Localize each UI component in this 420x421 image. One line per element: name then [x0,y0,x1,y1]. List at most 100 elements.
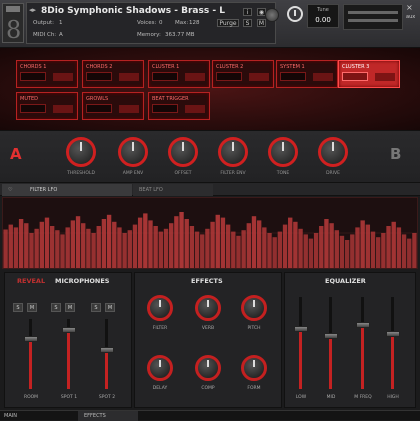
lfo-step-bar[interactable] [65,227,70,268]
articulation-button[interactable]: SYSTEM 1 [276,60,338,88]
articulation-switch[interactable] [185,105,205,113]
midi-value[interactable]: A [59,32,63,38]
articulation-key-field[interactable] [20,104,46,113]
lfo-step-bar[interactable] [200,234,205,268]
lfo-step-bar[interactable] [179,212,184,268]
eq-fader-handle[interactable] [386,331,400,337]
lfo-step-bar[interactable] [60,234,65,268]
lfo-step-editor[interactable] [2,197,418,269]
lfo-step-bar[interactable] [112,221,117,268]
lfo-step-bar[interactable] [143,213,148,268]
lfo-step-bar[interactable] [272,237,277,268]
lfo-step-bar[interactable] [174,216,179,268]
lfo-step-bar[interactable] [313,233,319,268]
nav-arrows-icon[interactable]: ◂▸ [29,6,36,14]
lfo-step-bar[interactable] [44,217,50,268]
knob[interactable] [168,137,198,167]
lfo-step-bar[interactable] [386,226,391,268]
articulation-button[interactable]: BEAT TRIGGER [148,92,210,120]
lfo-step-bar[interactable] [106,214,112,268]
lfo-step-bar[interactable] [96,226,101,268]
lfo-step-bar[interactable] [55,230,60,268]
articulation-key-field[interactable] [216,72,242,81]
lfo-step-bar[interactable] [262,227,267,268]
articulation-button[interactable]: GROWLS [82,92,144,120]
lfo-step-bar[interactable] [137,217,143,268]
lfo-step-bar[interactable] [344,240,350,268]
lfo-step-bar[interactable] [122,233,127,268]
mute-button[interactable]: M [257,19,266,27]
lfo-step-bar[interactable] [412,233,417,268]
effect-knob[interactable] [195,295,221,321]
lfo-step-bar[interactable] [127,230,132,268]
mic-mode-toggle[interactable]: S [51,303,61,312]
lfo-step-bar[interactable] [319,226,324,268]
mic-fader-handle[interactable] [100,347,114,353]
lfo-step-bar[interactable] [246,223,252,268]
articulation-button[interactable]: MUTED [16,92,78,120]
stopwatch-icon[interactable] [287,6,303,22]
lfo-step-bar[interactable] [267,233,272,268]
lfo-step-bar[interactable] [189,226,195,268]
lfo-step-bar[interactable] [225,224,231,268]
knob[interactable] [318,137,348,167]
lfo-step-bar[interactable] [236,235,241,268]
knob[interactable] [218,137,248,167]
lfo-step-bar[interactable] [91,233,96,268]
lfo-step-bar[interactable] [153,226,158,268]
output-value[interactable]: 1 [59,20,63,26]
lfo-step-bar[interactable] [29,233,34,268]
lfo-step-bar[interactable] [210,221,215,268]
articulation-key-field[interactable] [152,72,178,81]
articulation-switch[interactable] [375,73,395,81]
lfo-step-bar[interactable] [18,219,24,268]
lfo-step-bar[interactable] [215,214,220,268]
lfo-step-bar[interactable] [339,235,345,268]
lfo-step-bar[interactable] [396,227,402,268]
lfo-step-bar[interactable] [360,220,365,268]
lfo-step-bar[interactable] [293,221,298,268]
lfo-step-bar[interactable] [407,238,412,268]
max-value[interactable]: 128 [189,20,200,26]
lfo-step-bar[interactable] [205,228,210,268]
lfo-step-bar[interactable] [381,233,386,268]
tab-filter-lfo[interactable]: ♡ FILTER LFO [2,184,132,196]
aux-button[interactable]: aux [406,14,415,20]
lfo-step-bar[interactable] [163,228,169,268]
lfo-step-bar[interactable] [75,216,81,268]
lfo-step-bar[interactable] [86,228,91,268]
lfo-step-bar[interactable] [101,219,107,268]
lfo-step-bar[interactable] [49,226,55,268]
purge-button[interactable]: Purge [217,19,239,27]
info-icon[interactable]: i [243,8,252,16]
lfo-step-bar[interactable] [391,221,396,268]
slot-a-button[interactable]: A [10,145,22,163]
articulation-switch[interactable] [313,73,333,81]
lfo-step-bar[interactable] [355,227,360,268]
tune-display[interactable]: Tune 0.00 [307,4,339,28]
mic-mode-toggle[interactable]: M [65,303,75,312]
lfo-step-bar[interactable] [251,216,257,268]
close-icon[interactable]: × [406,3,413,12]
lfo-step-bar[interactable] [117,227,122,268]
solo-button[interactable]: S [243,19,252,27]
lfo-step-bar[interactable] [308,238,314,268]
lfo-step-bar[interactable] [184,219,189,268]
lfo-step-bar[interactable] [401,234,407,268]
knob[interactable] [118,137,148,167]
eq-fader-handle[interactable] [356,322,370,328]
lfo-step-bar[interactable] [8,224,13,268]
lfo-step-bar[interactable] [256,220,262,268]
lfo-step-bar[interactable] [298,228,303,268]
slot-b-button[interactable]: B [390,145,401,163]
lfo-step-bar[interactable] [365,224,371,268]
knob[interactable] [268,137,298,167]
articulation-key-field[interactable] [342,72,368,81]
lfo-step-bar[interactable] [282,224,288,268]
articulation-button[interactable]: CHORDS 2 [82,60,144,88]
articulation-switch[interactable] [185,73,205,81]
articulation-switch[interactable] [119,73,139,81]
lfo-step-bar[interactable] [220,217,226,268]
mic-fader-handle[interactable] [24,336,38,342]
articulation-key-field[interactable] [20,72,46,81]
